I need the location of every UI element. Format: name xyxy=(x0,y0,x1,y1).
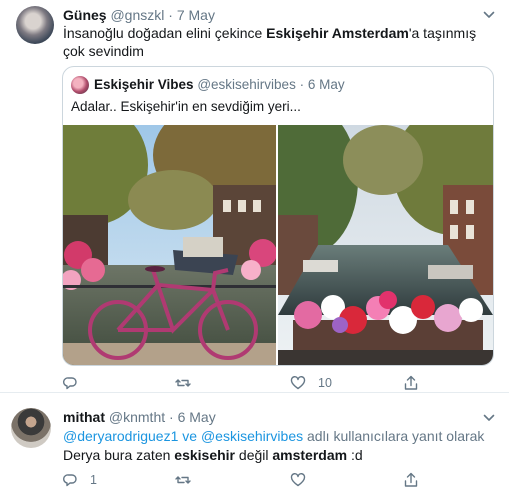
tweet-header: mithat @knmtht · 6 May xyxy=(63,408,216,426)
author-name[interactable]: Güneş xyxy=(63,7,107,23)
quoted-tweet-date: 6 May xyxy=(307,77,345,92)
quoted-author-name: Eskişehir Vibes xyxy=(94,77,194,92)
tweet-actions: 1 xyxy=(62,471,442,489)
author-handle[interactable]: @gnszkl xyxy=(110,7,164,23)
media-grid xyxy=(63,125,493,365)
photo-canal-flowers[interactable] xyxy=(278,125,493,365)
quoted-tweet[interactable]: Eskişehir Vibes @eskisehirvibes · 6 May … xyxy=(62,66,494,366)
tweet-text-bold: eskisehir xyxy=(174,447,236,463)
tweet-actions: 10 xyxy=(62,374,442,392)
like-count: 10 xyxy=(318,376,332,390)
separator: · xyxy=(169,409,174,425)
like-action[interactable] xyxy=(290,471,306,489)
like-action[interactable]: 10 xyxy=(290,374,332,392)
author-name[interactable]: mithat xyxy=(63,409,105,425)
reply-action[interactable] xyxy=(62,374,90,392)
tweet-text-part: değil xyxy=(235,447,273,463)
reply-suffix: adlı kullanıcılara yanıt olarak xyxy=(303,428,485,444)
reply-icon[interactable] xyxy=(62,472,78,488)
tweet-date[interactable]: 7 May xyxy=(177,7,215,23)
photo-canal-bicycle[interactable] xyxy=(63,125,276,365)
avatar[interactable] xyxy=(11,408,51,448)
reply-connector: ve xyxy=(178,428,201,444)
quoted-tweet-text: Adalar.. Eskişehir'in en sevdiğim yeri..… xyxy=(71,99,301,114)
reply-icon[interactable] xyxy=(62,375,78,391)
chevron-down-icon[interactable] xyxy=(483,9,495,21)
tweet-text-part: :d xyxy=(347,447,363,463)
avatar[interactable] xyxy=(16,6,54,44)
quoted-author-handle: @eskisehirvibes xyxy=(197,77,296,92)
share-icon[interactable] xyxy=(403,375,419,391)
retweet-action[interactable] xyxy=(175,471,191,489)
tweet[interactable]: Güneş @gnszkl · 7 May İnsanoğlu doğadan … xyxy=(0,0,509,393)
quoted-avatar xyxy=(71,76,89,94)
tweet-text-part: İnsanoğlu doğadan elini çekince xyxy=(63,25,267,41)
quoted-tweet-header: Eskişehir Vibes @eskisehirvibes · 6 May xyxy=(71,75,345,95)
share-action[interactable] xyxy=(403,471,419,489)
separator: · xyxy=(168,7,173,23)
reply-count: 1 xyxy=(90,473,97,487)
tweet-header: Güneş @gnszkl · 7 May xyxy=(63,6,215,24)
tweet-text-bold: Eskişehir Amsterdam xyxy=(266,25,409,41)
retweet-icon[interactable] xyxy=(175,472,191,488)
heart-icon[interactable] xyxy=(290,472,306,488)
share-icon[interactable] xyxy=(403,472,419,488)
share-action[interactable] xyxy=(403,374,419,392)
tweet-text-part: Derya bura zaten xyxy=(63,447,175,463)
author-handle[interactable]: @knmtht xyxy=(109,409,165,425)
mention-link[interactable]: @deryarodriguez1 xyxy=(63,428,178,444)
heart-icon[interactable] xyxy=(290,375,306,391)
tweet-text: Derya bura zaten eskisehir değil amsterd… xyxy=(63,446,363,464)
reply-context: @deryarodriguez1 ve @eskisehirvibes adlı… xyxy=(63,427,484,445)
retweet-action[interactable] xyxy=(175,374,203,392)
tweet-text: İnsanoğlu doğadan elini çekince Eskişehi… xyxy=(63,24,493,60)
tweet-date[interactable]: 6 May xyxy=(178,409,216,425)
tweet-text-bold: amsterdam xyxy=(272,447,348,463)
chevron-down-icon[interactable] xyxy=(483,412,495,424)
mention-link[interactable]: @eskisehirvibes xyxy=(201,428,303,444)
retweet-icon[interactable] xyxy=(175,375,191,391)
reply-action[interactable]: 1 xyxy=(62,471,97,489)
separator: · xyxy=(299,77,305,92)
